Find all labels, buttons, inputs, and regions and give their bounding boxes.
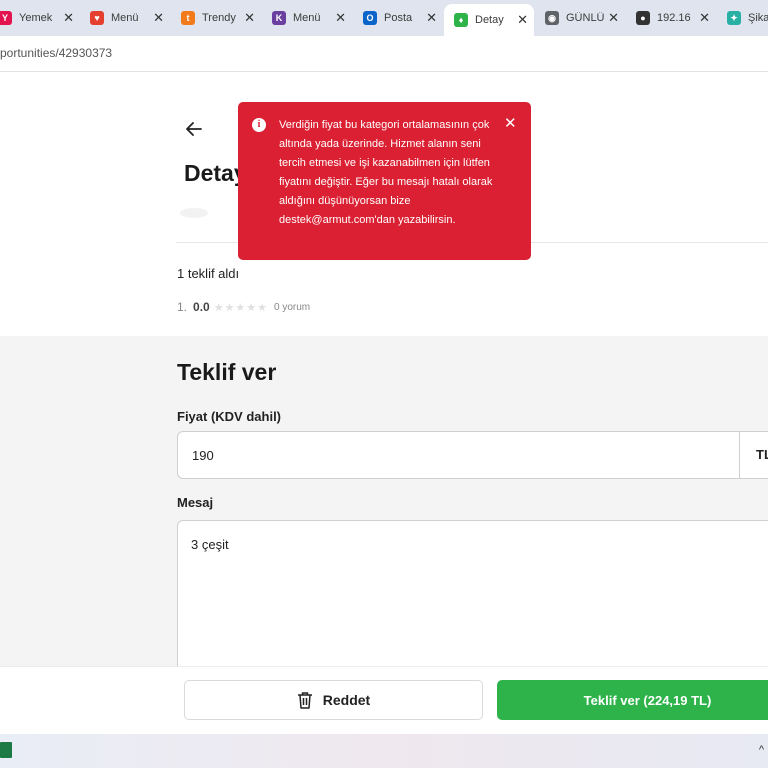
tab-title: Detay bbox=[475, 14, 504, 26]
router-icon: ● bbox=[636, 11, 650, 25]
toast-message: Verdiğin fiyat bu kategori ortalamasının… bbox=[279, 119, 493, 226]
rating-stars-icon: ★★★★★ bbox=[213, 301, 269, 314]
submit-offer-button[interactable]: Teklif ver (224,19 TL) bbox=[497, 680, 768, 720]
tray-caret-icon[interactable]: ^ bbox=[759, 744, 764, 756]
offers-count: 1 teklif aldı bbox=[177, 266, 240, 281]
tab-title: Menü bbox=[293, 12, 321, 24]
price-field: TL bbox=[177, 431, 768, 479]
windows-taskbar bbox=[0, 734, 768, 768]
tab-title: GÜNLÜ bbox=[566, 12, 604, 24]
tab-title: Trendy bbox=[202, 12, 236, 24]
armut-icon: ♦ bbox=[454, 13, 468, 27]
tab-close-icon[interactable]: ✕ bbox=[699, 10, 710, 26]
info-icon: i bbox=[252, 118, 266, 132]
tab-title: Şikay bbox=[748, 12, 768, 24]
tab-title: Posta bbox=[384, 12, 413, 24]
browser-tab[interactable]: ♦ Detay ✕ bbox=[444, 4, 534, 36]
yemeksepeti-icon: Y bbox=[0, 11, 12, 25]
trash-icon bbox=[297, 692, 312, 709]
tab-title: 192.16 bbox=[657, 12, 691, 24]
browser-tab[interactable]: ✦ Şikay bbox=[717, 2, 768, 34]
rating-rank: 1. bbox=[177, 300, 188, 314]
tab-title: Menü bbox=[111, 12, 139, 24]
excel-icon[interactable] bbox=[0, 742, 12, 758]
browser-tab[interactable]: ● 192.16 ✕ bbox=[626, 2, 716, 34]
browser-tab-strip: Y Yemek ✕ ♥ Menü ✕ t Trendy ✕ K Menü ✕ O Posta ✕ ♦ Detay… bbox=[0, 0, 768, 36]
rating-row: 1. 0.0 ★★★★★ 0 yorum bbox=[177, 300, 310, 314]
message-label: Mesaj bbox=[177, 495, 214, 510]
url-text[interactable]: portunities/42930373 bbox=[0, 46, 112, 60]
back-arrow-icon[interactable] bbox=[184, 119, 204, 139]
sikayetvar-icon: ✦ bbox=[727, 11, 741, 25]
tab-close-icon[interactable]: ✕ bbox=[335, 10, 346, 26]
tab-close-icon[interactable]: ✕ bbox=[608, 10, 619, 26]
offer-section-title: Teklif ver bbox=[177, 359, 277, 385]
vivaldi-icon: ♥ bbox=[90, 11, 104, 25]
tab-close-icon[interactable]: ✕ bbox=[153, 10, 164, 26]
avatar-placeholder bbox=[180, 208, 208, 218]
currency-label: TL bbox=[739, 432, 768, 478]
outlook-icon: O bbox=[363, 11, 377, 25]
browser-tab[interactable]: ♥ Menü ✕ bbox=[80, 2, 170, 34]
browser-tab[interactable]: ◉ GÜNLÜ ✕ bbox=[535, 2, 625, 34]
reject-label: Reddet bbox=[322, 692, 371, 708]
tab-close-icon[interactable]: ✕ bbox=[426, 10, 437, 26]
close-icon[interactable]: ✕ bbox=[504, 114, 517, 132]
review-count[interactable]: 0 yorum bbox=[274, 302, 310, 313]
browser-tab[interactable]: K Menü ✕ bbox=[262, 2, 352, 34]
trendyol-icon: t bbox=[181, 11, 195, 25]
tab-close-icon[interactable]: ✕ bbox=[517, 12, 528, 28]
tab-close-icon[interactable]: ✕ bbox=[244, 10, 255, 26]
address-bar[interactable]: portunities/42930373 bbox=[0, 36, 768, 72]
error-toast: i Verdiğin fiyat bu kategori ortalamasın… bbox=[238, 102, 531, 260]
browser-tab[interactable]: Y Yemek ✕ bbox=[0, 2, 80, 34]
globe-icon: ◉ bbox=[545, 11, 559, 25]
price-label: Fiyat (KDV dahil) bbox=[177, 409, 282, 424]
browser-tab[interactable]: t Trendy ✕ bbox=[171, 2, 261, 34]
restaurant-icon: K bbox=[272, 11, 286, 25]
tab-title: Yemek bbox=[19, 12, 53, 24]
rating-score: 0.0 bbox=[193, 300, 210, 314]
message-textarea[interactable]: 3 çeşit bbox=[177, 520, 768, 680]
reject-button[interactable]: Reddet bbox=[184, 680, 483, 720]
browser-tab[interactable]: O Posta ✕ bbox=[353, 2, 443, 34]
price-input[interactable] bbox=[192, 432, 732, 478]
tab-close-icon[interactable]: ✕ bbox=[63, 10, 74, 26]
